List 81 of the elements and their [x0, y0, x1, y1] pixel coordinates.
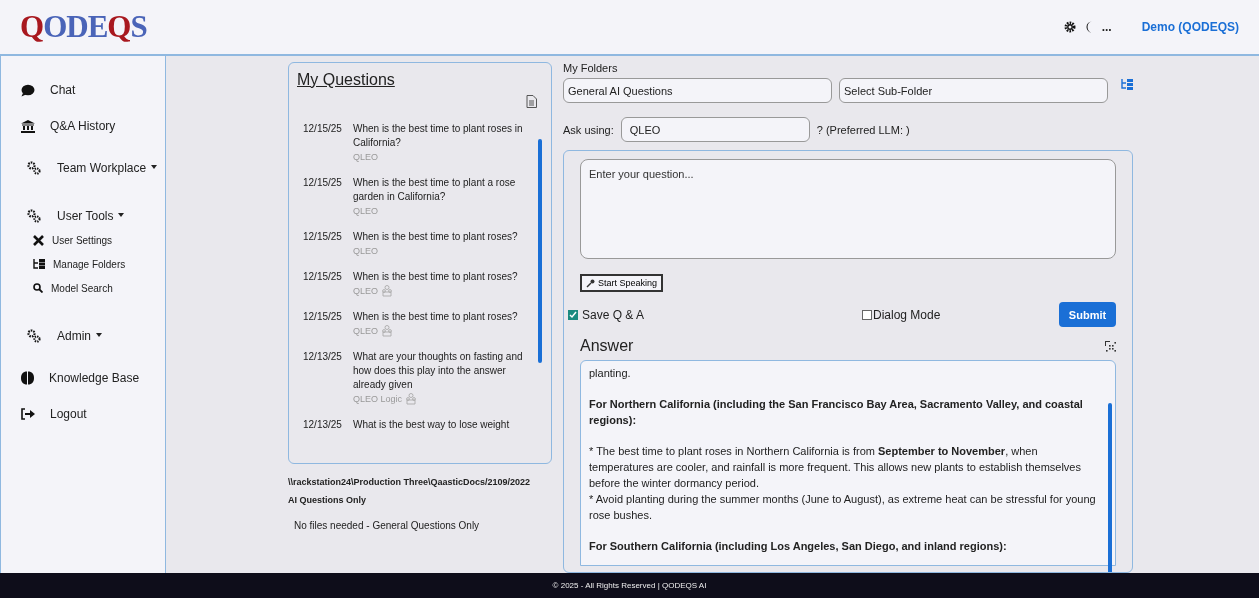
- question-item[interactable]: 12/15/25 When is the best time to plant a rose garden in California? QLEO: [297, 176, 525, 230]
- logout-icon: [21, 408, 35, 420]
- document-icon[interactable]: [526, 95, 537, 108]
- folder-path: \\rackstation24\Production Three\QaasticDocs/2109/2022: [288, 476, 532, 489]
- search-icon: [33, 283, 43, 293]
- model-field[interactable]: QLEO: [620, 117, 810, 142]
- panel-title: My Questions: [297, 71, 396, 89]
- checkbox-label: Dialog Mode: [873, 307, 941, 322]
- tools-icon: [33, 234, 44, 246]
- answer-paragraph: * The best time to plant roses in Northern California is from September to November, when temperatures are cooler, and rainfall is more frequent. This allows new plants to establish themselves before the winter dormancy period. * Avoid planting during the summer months (June to August), as extreme heat can be stressful for young rose bushes.: [589, 444, 1097, 523]
- answer-paragraph: planting.: [589, 366, 632, 381]
- model-name: QLEO: [353, 325, 378, 338]
- field-label: My Folders: [563, 62, 619, 74]
- sidebar-item[interactable]: Knowledge Base: [1, 360, 165, 396]
- sidebar-item[interactable]: Logout: [1, 396, 165, 432]
- scrollbar[interactable]: [538, 139, 542, 363]
- question-text: What is the best way to lose weight: [353, 418, 511, 432]
- field-label: Ask using:: [563, 123, 614, 136]
- scrollbar[interactable]: [1108, 403, 1112, 572]
- question-date: 12/13/25: [303, 350, 343, 364]
- question-date: 12/13/25: [303, 418, 343, 432]
- settings-icon[interactable]: [1063, 21, 1076, 33]
- more-menu[interactable]: ...: [1101, 20, 1112, 34]
- model-name: QLEO Logic: [353, 393, 403, 406]
- sidebar-dropdown[interactable]: Admin: [1, 312, 165, 360]
- subfolder-select[interactable]: Select Sub-Folder: [839, 78, 1108, 103]
- question-text: When is the best time to plant roses?: [353, 270, 519, 284]
- question-date: 12/15/25: [303, 230, 343, 244]
- checkbox[interactable]: [862, 309, 872, 320]
- model-name: QLEO: [353, 245, 378, 258]
- sidebar-subitem[interactable]: Model Search: [1, 276, 165, 300]
- brain-icon: [21, 371, 34, 385]
- sidebar-subitem[interactable]: User Settings: [1, 228, 165, 252]
- question-text: When is the best time to plant roses?: [353, 310, 519, 324]
- start-speaking-button[interactable]: Start Speaking: [580, 274, 664, 292]
- question-text: What are your thoughts on fasting and how does this play into the answer already given: [353, 350, 524, 392]
- question-item[interactable]: 12/15/25 When is the best time to plant roses? QLEO: [297, 310, 525, 350]
- model-name: QLEO: [353, 151, 378, 164]
- question-date: 12/15/25: [303, 270, 343, 284]
- sidebar-item[interactable]: Chat: [1, 72, 165, 108]
- model-name: QLEO: [353, 205, 378, 218]
- speech-bubble-icon: [21, 83, 35, 97]
- question-item[interactable]: 12/15/25 When is the best time to plant roses in California? QLEO: [297, 122, 525, 176]
- question-text: When is the best time to plant roses in California?: [353, 122, 524, 150]
- user-link[interactable]: Demo (QODEQS): [1141, 20, 1239, 34]
- question-date: 12/15/25: [303, 176, 343, 190]
- question-item[interactable]: 12/13/25 What is the best way to lose weight: [297, 418, 525, 444]
- answer-title: Answer: [580, 337, 634, 355]
- question-input[interactable]: Enter your question...: [580, 159, 1116, 259]
- gears-icon: [27, 209, 41, 223]
- sidebar-subitem[interactable]: Manage Folders: [1, 252, 165, 276]
- question-item[interactable]: 12/15/25 When is the best time to plant roses? QLEO: [297, 230, 525, 270]
- footer-text: © 2025 - All Rights Reserved | QODEQS AI: [0, 573, 1259, 598]
- checkbox-label: Save Q & A: [582, 307, 645, 322]
- gears-icon: [27, 329, 41, 343]
- checkbox[interactable]: [568, 309, 578, 320]
- question-item[interactable]: 12/13/25 What are your thoughts on fasting and how does this play into the answer already given QLEO Logic: [297, 350, 525, 418]
- question-date: 12/15/25: [303, 122, 343, 136]
- answer-paragraph: For Northern California (including the San Francisco Bay Area, Sacramento Valley, and coastal regions):: [589, 397, 1084, 428]
- sidebar-dropdown[interactable]: Team Workplace: [1, 144, 165, 192]
- bank-icon: [21, 119, 35, 133]
- people-icon: [381, 325, 393, 337]
- folder-select[interactable]: General AI Questions: [563, 78, 832, 103]
- question-date: 12/15/25: [303, 310, 343, 324]
- preferred-llm-text: ? (Preferred LLM: ): [816, 123, 910, 136]
- people-icon: [381, 285, 393, 297]
- files-note: No files needed - General Questions Only: [293, 520, 481, 531]
- model-name: QLEO: [353, 285, 378, 298]
- sidebar-item[interactable]: Q&A History: [1, 108, 165, 144]
- question-item[interactable]: 12/15/25 When is the best time to plant roses? QLEO: [297, 270, 525, 310]
- microphone-icon: [586, 278, 595, 288]
- folder-note: AI Questions Only: [288, 494, 367, 507]
- grid-icon[interactable]: [1105, 340, 1116, 352]
- question-text: When is the best time to plant roses?: [353, 230, 519, 244]
- people-icon: [405, 393, 418, 405]
- gears-icon: [27, 161, 41, 175]
- question-text: When is the best time to plant a rose garden in California?: [353, 176, 517, 204]
- folder-tree-icon: [33, 259, 45, 269]
- submit-button[interactable]: Submit: [1059, 302, 1116, 327]
- logo: QODEQS: [20, 9, 147, 45]
- answer-paragraph: For Southern California (including Los Angeles, San Diego, and inland regions):: [589, 539, 1008, 554]
